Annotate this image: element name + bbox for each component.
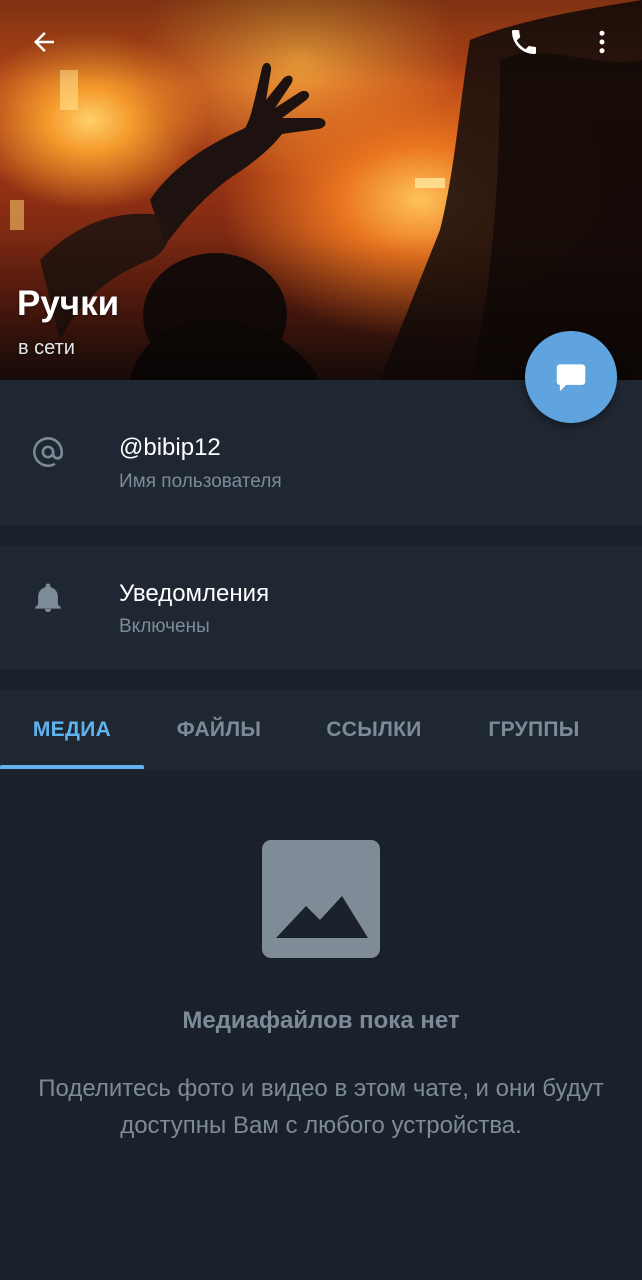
at-icon [28, 432, 68, 472]
tab-groups[interactable]: ГРУППЫ [458, 690, 610, 770]
more-options-button[interactable] [578, 18, 626, 66]
notifications-value: Уведомления [119, 580, 270, 607]
notifications-label: Включены [119, 616, 210, 637]
back-button[interactable] [20, 18, 68, 66]
image-placeholder-icon [262, 840, 380, 958]
send-message-button[interactable] [525, 331, 617, 423]
phone-icon [512, 30, 536, 54]
profile-name: Ручки [17, 284, 120, 323]
media-tabs: МЕДИА ФАЙЛЫ ССЫЛКИ ГРУППЫ [0, 690, 642, 770]
profile-status: в сети [18, 337, 75, 359]
dots-vertical-icon [599, 30, 605, 54]
empty-state-title: Медиафайлов пока нет [182, 1007, 460, 1034]
notifications-row[interactable]: Уведомления Включены [0, 546, 642, 669]
call-button[interactable] [500, 18, 548, 66]
username-label: Имя пользователя [119, 471, 282, 492]
empty-state-text: Поделитесь фото и видео в этом чате, и о… [38, 1075, 604, 1139]
tab-links[interactable]: ССЫЛКИ [298, 690, 450, 770]
tab-media[interactable]: МЕДИА [0, 690, 144, 770]
arrow-left-icon [34, 32, 54, 52]
username-value: @bibip12 [119, 434, 221, 461]
active-tab-indicator [0, 765, 144, 769]
message-icon [556, 364, 586, 392]
bell-icon [28, 578, 68, 618]
tab-files[interactable]: ФАЙЛЫ [148, 690, 290, 770]
